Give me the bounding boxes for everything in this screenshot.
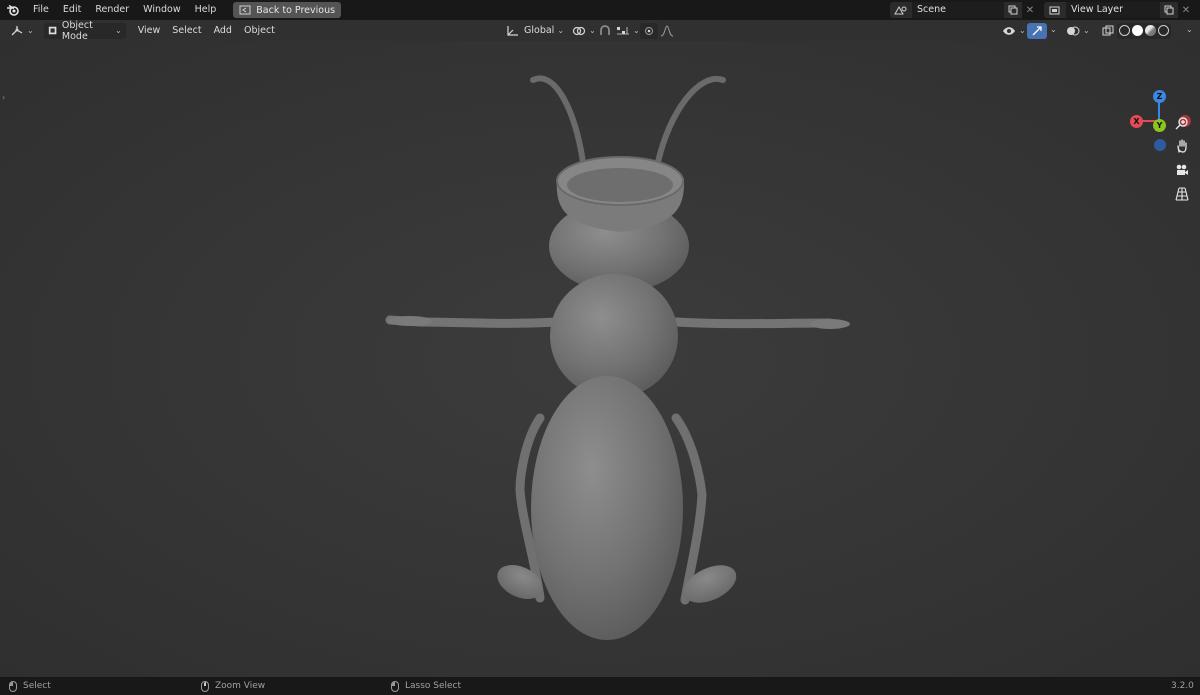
status-select-label: Select [23, 681, 51, 691]
snap-icon [600, 24, 610, 35]
scene-icon[interactable] [890, 2, 912, 18]
gizmo-dropdown[interactable]: ⌄ [1050, 25, 1057, 34]
hand-icon[interactable] [1171, 135, 1193, 157]
transform-orientation-label: Global [524, 25, 555, 36]
xray-icon [1102, 25, 1114, 35]
status-zoom-label: Zoom View [215, 681, 266, 691]
gizmo-y-axis[interactable]: Y [1153, 119, 1166, 132]
pivot-icon [572, 26, 586, 35]
wireframe-icon[interactable] [1119, 25, 1130, 36]
status-bar: Select Zoom View Lasso Select 3.2.0 [0, 677, 1200, 695]
view-layer-name-field[interactable]: View Layer [1066, 2, 1160, 18]
material-icon[interactable] [1145, 25, 1156, 36]
scene-name-field[interactable]: Scene [912, 2, 1004, 18]
back-to-previous-button[interactable]: Back to Previous [233, 2, 342, 18]
object-mode-dropdown[interactable]: Object Mode ⌄ [43, 19, 126, 42]
blender-logo-icon[interactable] [0, 0, 26, 20]
overlay-icon [1067, 26, 1080, 35]
shading-mode-group [1117, 22, 1171, 39]
view-layer-icon[interactable] [1044, 2, 1066, 18]
3d-viewport[interactable]: › Z X Y [0, 41, 1200, 677]
header-menu-object[interactable]: Object [238, 20, 281, 41]
mouse-left-icon [9, 680, 17, 692]
proportional-icon [645, 26, 653, 35]
transform-orientation-icon [507, 25, 518, 36]
menu-edit[interactable]: Edit [56, 0, 88, 20]
transform-orientation-dropdown[interactable]: Global ⌄ [502, 23, 568, 39]
editor-type-icon [11, 25, 23, 35]
status-select: Select [9, 680, 51, 692]
new-scene-icon[interactable] [1004, 2, 1022, 18]
status-lasso-label: Lasso Select [405, 681, 462, 691]
top-bar: File Edit Render Window Help Back to Pre… [0, 0, 1200, 20]
solid-icon[interactable] [1132, 25, 1143, 36]
menu-window[interactable]: Window [136, 0, 187, 20]
snap-target-dropdown[interactable]: ⌄ [612, 23, 644, 39]
scene-selector: Scene ✕ [890, 2, 1038, 18]
camera-icon[interactable] [1171, 159, 1193, 181]
snap-target-icon [617, 26, 629, 34]
menu-file[interactable]: File [26, 0, 56, 20]
proportional-falloff-dropdown[interactable] [656, 23, 678, 39]
gizmo-icon [1032, 25, 1042, 35]
grid-icon[interactable] [1171, 183, 1193, 205]
editor-type-button[interactable]: ⌄ [6, 23, 38, 39]
delete-view-layer-icon[interactable]: ✕ [1178, 2, 1194, 18]
rendered-icon[interactable] [1158, 25, 1169, 36]
mouse-middle-icon [201, 680, 209, 692]
overlay-toggle[interactable]: ⌄ [1062, 23, 1094, 39]
new-view-layer-icon[interactable] [1160, 2, 1178, 18]
zoom-icon[interactable] [1171, 112, 1193, 134]
header-menu-add[interactable]: Add [208, 20, 238, 41]
gizmo-neg-z[interactable] [1154, 139, 1166, 151]
view-layer-selector: View Layer ✕ [1044, 2, 1194, 18]
gizmo-z-axis[interactable]: Z [1153, 90, 1166, 103]
ant-model[interactable] [0, 41, 1200, 677]
gizmo-x-axis[interactable]: X [1130, 115, 1143, 128]
shading-dropdown[interactable]: ⌄ [1186, 25, 1193, 34]
version-label: 3.2.0 [1171, 681, 1194, 691]
delete-scene-icon[interactable]: ✕ [1022, 2, 1038, 18]
object-mode-icon [48, 26, 57, 35]
status-zoom: Zoom View [201, 680, 266, 692]
menu-help[interactable]: Help [188, 0, 224, 20]
header-menu-view[interactable]: View [132, 20, 167, 41]
back-icon [239, 5, 251, 15]
visibility-dropdown[interactable]: ⌄ [998, 23, 1030, 39]
menu-render[interactable]: Render [88, 0, 136, 20]
object-mode-label: Object Mode [61, 19, 93, 42]
visibility-icon [1003, 26, 1015, 35]
viewport-header: ⌄ Object Mode ⌄ View Select Add Object G… [0, 19, 1200, 42]
back-to-previous-label: Back to Previous [256, 4, 336, 16]
status-lasso: Lasso Select [391, 680, 462, 692]
gizmo-toggle[interactable] [1027, 22, 1047, 39]
mouse-right-icon [391, 680, 399, 692]
xray-toggle[interactable] [1098, 23, 1118, 39]
falloff-icon [660, 24, 674, 36]
header-menu-select[interactable]: Select [166, 20, 207, 41]
